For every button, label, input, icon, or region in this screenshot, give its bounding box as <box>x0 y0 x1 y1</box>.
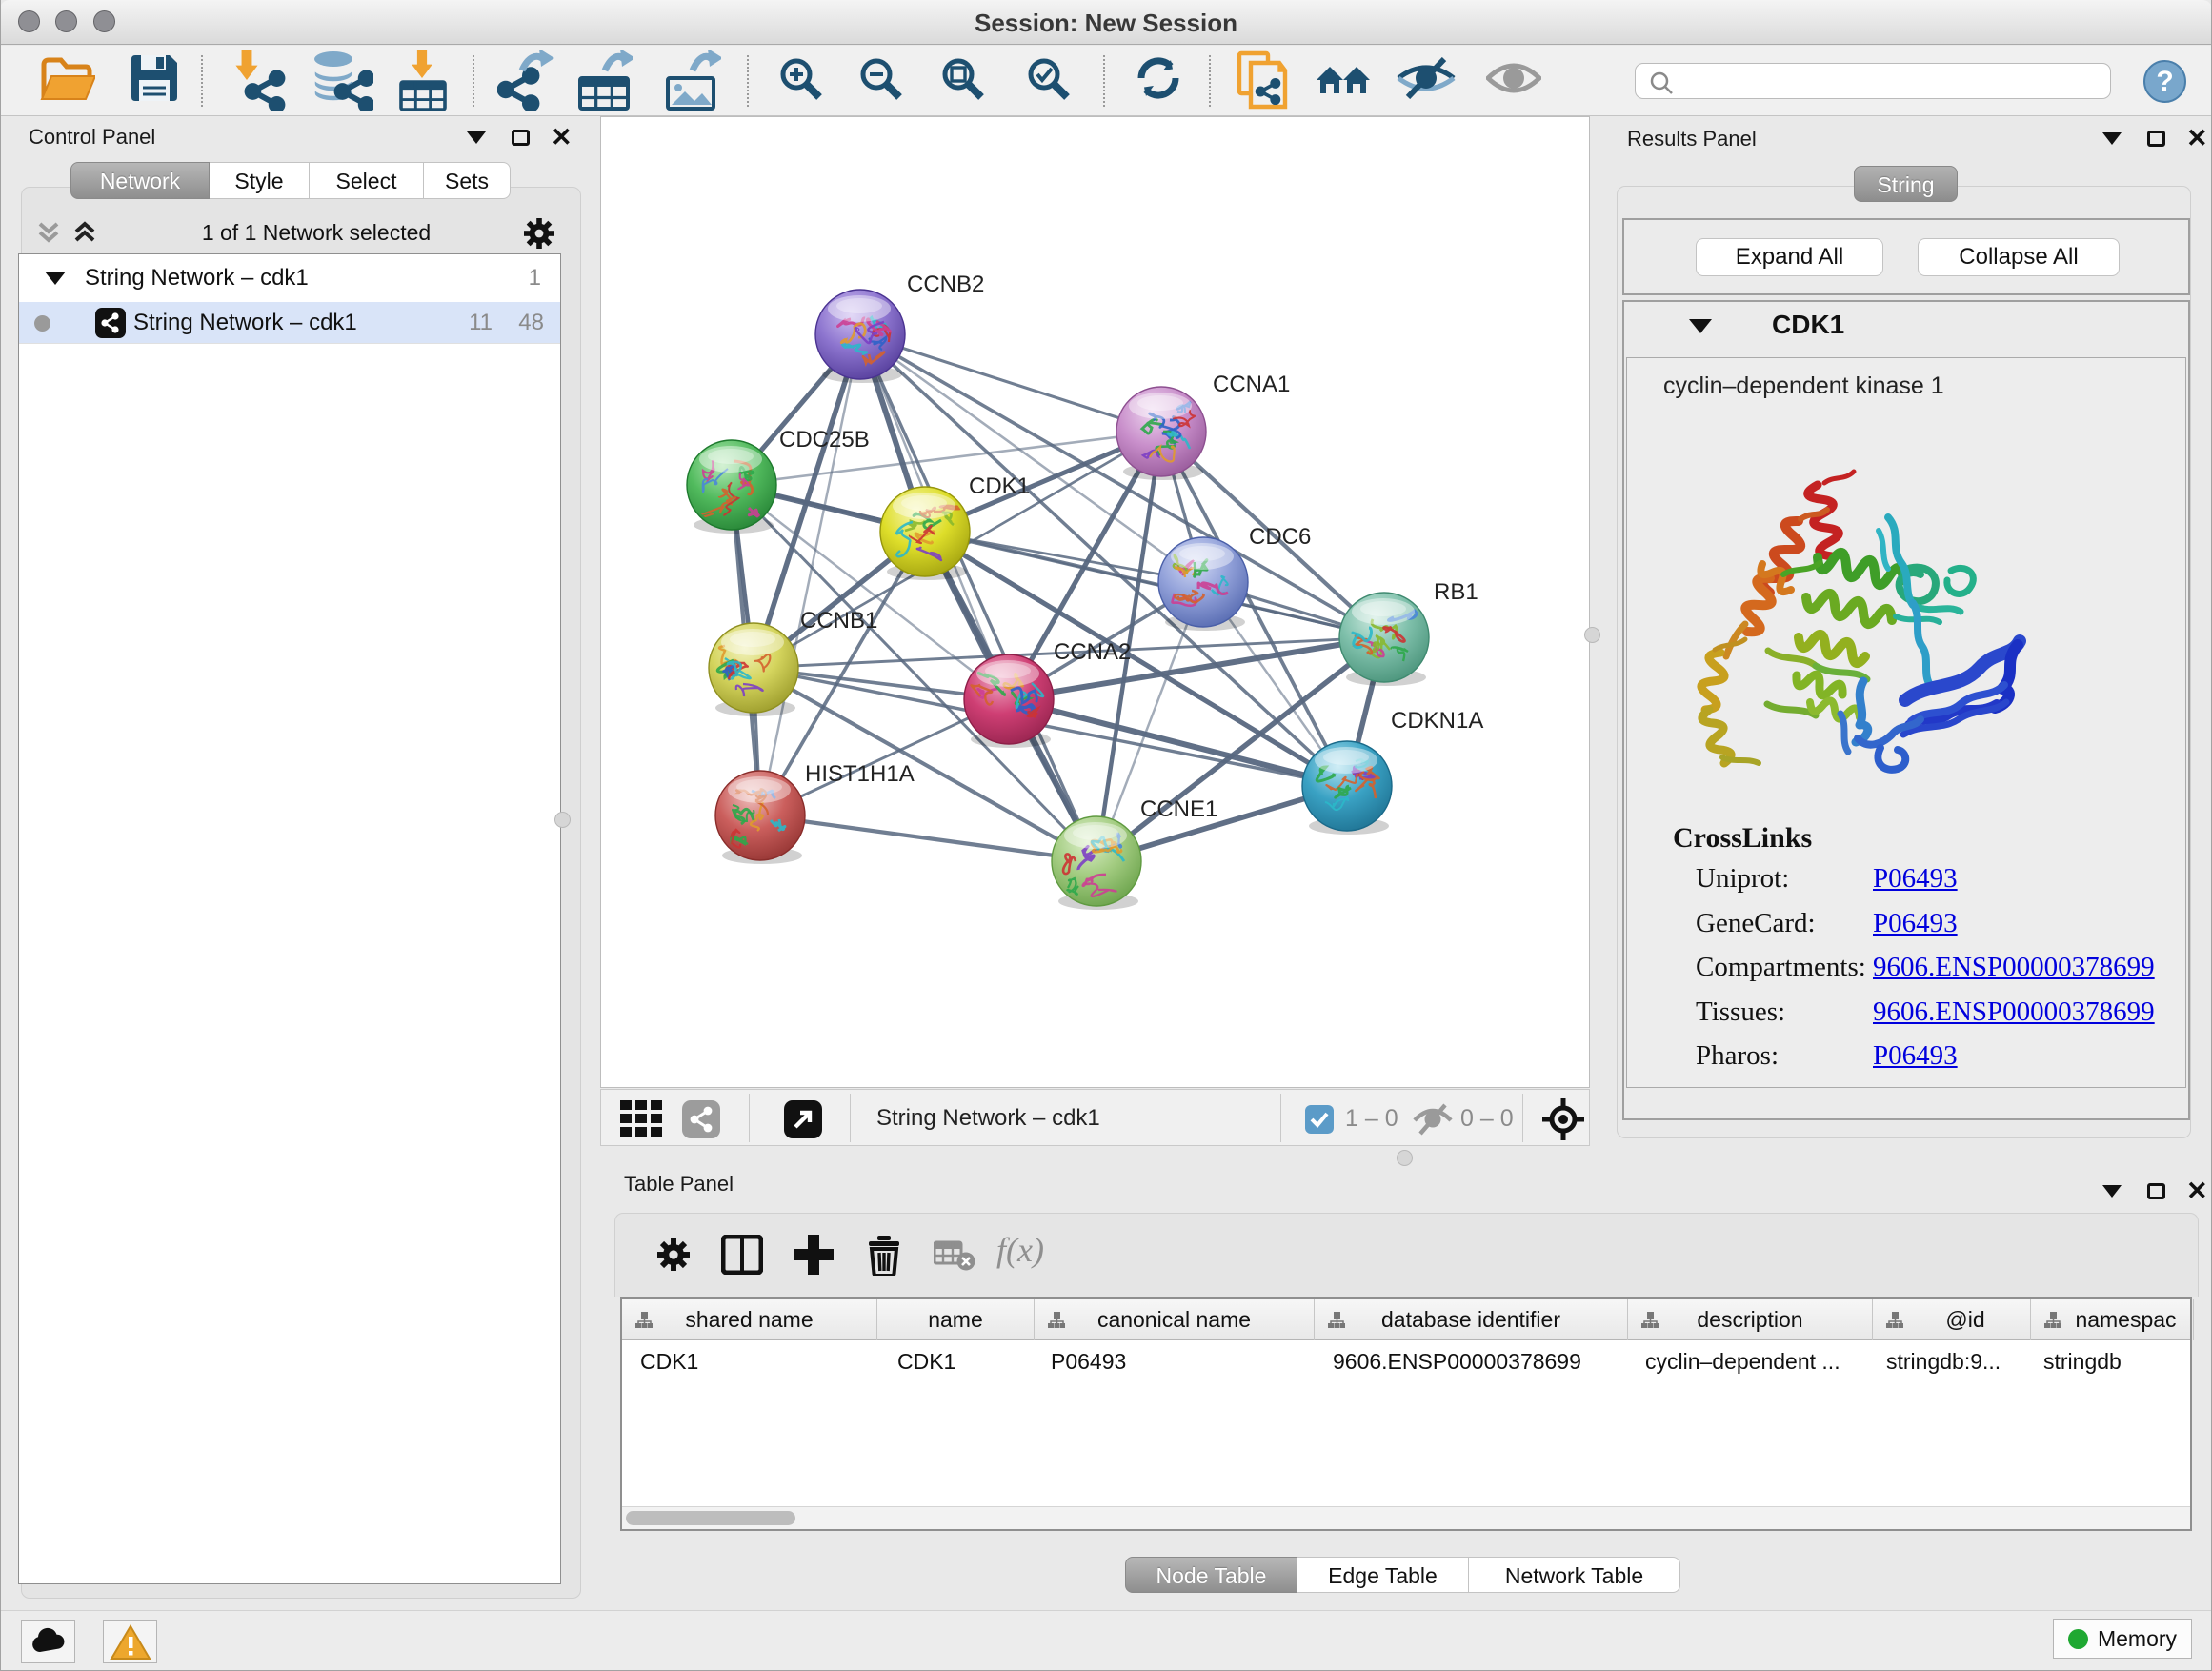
svg-text:RB1: RB1 <box>1434 579 1478 605</box>
svg-text:CCNB1: CCNB1 <box>800 608 877 634</box>
svg-text:HIST1H1A: HIST1H1A <box>805 761 915 787</box>
svg-text:CDK1: CDK1 <box>969 473 1030 499</box>
svg-text:CCNE1: CCNE1 <box>1140 796 1217 822</box>
svg-text:CDKN1A: CDKN1A <box>1391 708 1483 734</box>
svg-text:CDC25B: CDC25B <box>779 427 870 453</box>
svg-text:CCNA2: CCNA2 <box>1054 639 1131 665</box>
svg-text:CCNB2: CCNB2 <box>907 272 984 297</box>
svg-text:CCNA1: CCNA1 <box>1213 372 1290 397</box>
svg-text:CDC6: CDC6 <box>1249 524 1311 550</box>
